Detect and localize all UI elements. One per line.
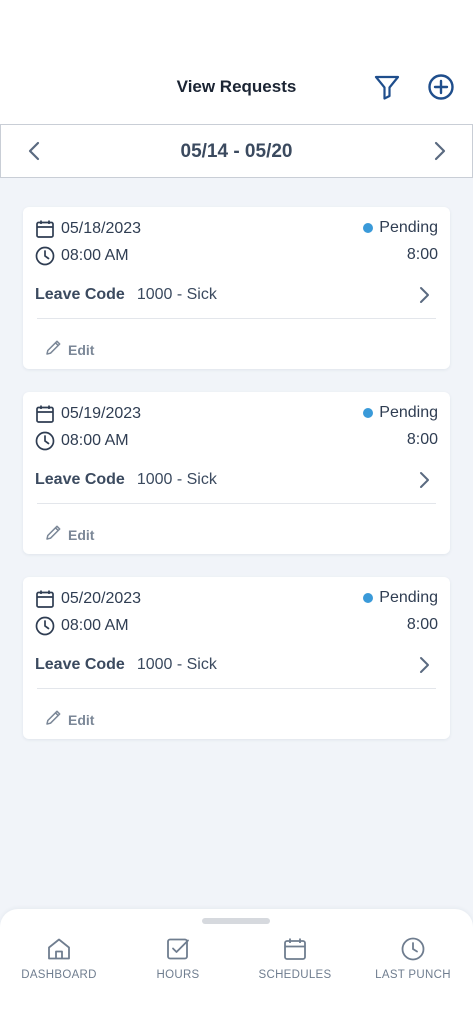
status-dot (363, 408, 374, 418)
request-hours: 8:00 (406, 616, 438, 633)
nav-hours[interactable]: HOURS (123, 935, 233, 995)
request-card: 05/19/2023 08:00 AM Pending 8:00 Leave C… (23, 392, 450, 554)
pencil-icon (45, 524, 62, 546)
request-time: 08:00 AM (61, 432, 129, 449)
leave-code-label: Leave Code (35, 286, 125, 303)
leave-code-label: Leave Code (35, 656, 125, 673)
chevron-right-icon (414, 655, 434, 675)
calendar-icon (281, 935, 309, 963)
divider (37, 318, 436, 319)
calendar-icon (35, 404, 55, 424)
checkbox-icon (164, 935, 192, 963)
leave-code-label: Leave Code (35, 471, 125, 488)
divider (37, 503, 436, 504)
drag-handle[interactable] (202, 918, 270, 924)
status-badge: Pending (363, 219, 438, 237)
chevron-right-icon[interactable] (428, 139, 452, 163)
chevron-right-icon (414, 285, 434, 305)
status-dot (363, 593, 374, 603)
calendar-icon (35, 219, 55, 239)
request-card: 05/18/2023 08:00 AM Pending 8:00 Leave C… (23, 207, 450, 369)
pencil-icon (45, 339, 62, 361)
nav-label: SCHEDULES (258, 969, 332, 981)
status-text: Pending (379, 589, 438, 606)
status-dot (363, 223, 374, 233)
status-badge: Pending (363, 404, 438, 422)
leave-code-value: 1000 - Sick (136, 471, 217, 488)
status-badge: Pending (363, 589, 438, 607)
edit-label: Edit (68, 712, 95, 728)
nav-label: HOURS (156, 969, 200, 981)
leave-code-value: 1000 - Sick (136, 656, 217, 673)
request-time: 08:00 AM (61, 247, 129, 264)
status-text: Pending (379, 404, 438, 421)
request-hours: 8:00 (406, 246, 438, 263)
clock-icon (35, 431, 55, 451)
leave-code-value: 1000 - Sick (136, 286, 217, 303)
clock-icon (35, 616, 55, 636)
bottom-navigation: DASHBOARD HOURS SCHEDULES LAST PUNCH (0, 909, 473, 1024)
edit-button[interactable]: Edit (45, 709, 94, 731)
nav-schedules[interactable]: SCHEDULES (240, 935, 350, 995)
request-date: 05/20/2023 (61, 590, 142, 607)
nav-dashboard[interactable]: DASHBOARD (4, 935, 114, 995)
request-date: 05/19/2023 (61, 405, 142, 422)
edit-label: Edit (68, 342, 95, 358)
edit-label: Edit (68, 527, 95, 543)
add-circle-icon[interactable] (425, 71, 457, 103)
calendar-icon (35, 589, 55, 609)
request-card: 05/20/2023 08:00 AM Pending 8:00 Leave C… (23, 577, 450, 739)
clock-icon (399, 935, 427, 963)
edit-button[interactable]: Edit (45, 524, 94, 546)
week-navigator: 05/14 - 05/20 (0, 124, 473, 178)
app-header: View Requests (0, 0, 473, 124)
divider (37, 688, 436, 689)
pencil-icon (45, 709, 62, 731)
request-hours: 8:00 (406, 431, 438, 448)
leave-code-row[interactable]: Leave Code 1000 - Sick (35, 468, 438, 492)
leave-code-row[interactable]: Leave Code 1000 - Sick (35, 283, 438, 307)
chevron-right-icon (414, 470, 434, 490)
status-text: Pending (379, 219, 438, 236)
clock-icon (35, 246, 55, 266)
leave-code-row[interactable]: Leave Code 1000 - Sick (35, 653, 438, 677)
edit-button[interactable]: Edit (45, 339, 94, 361)
nav-label: DASHBOARD (21, 969, 97, 981)
request-time: 08:00 AM (61, 617, 129, 634)
home-icon (45, 935, 73, 963)
request-date: 05/18/2023 (61, 220, 142, 237)
nav-label: LAST PUNCH (375, 969, 451, 981)
week-range: 05/14 - 05/20 (180, 141, 293, 162)
filter-icon[interactable] (371, 71, 403, 103)
nav-last-punch[interactable]: LAST PUNCH (358, 935, 468, 995)
